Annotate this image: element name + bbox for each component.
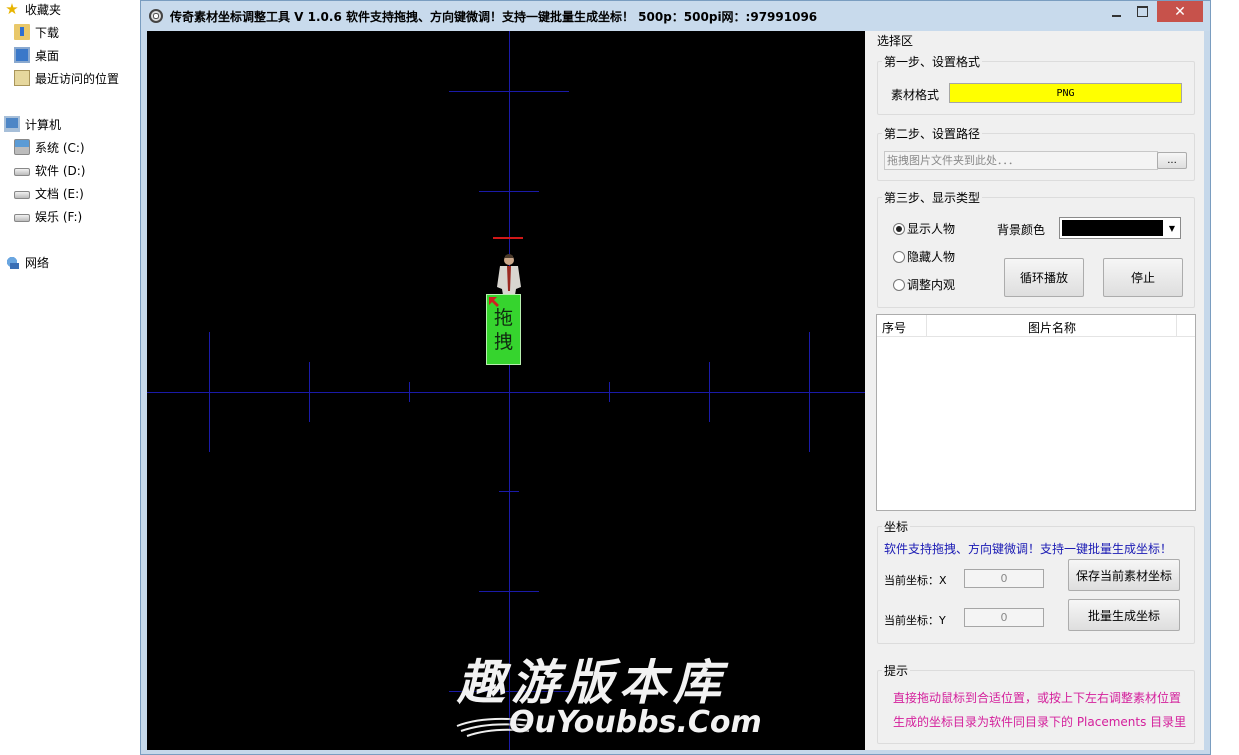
arrow-icon (489, 297, 499, 307)
bg-color-label: 背景颜色 (997, 223, 1046, 237)
hint-line-2: 生成的坐标目录为软件同目录下的 Placements 目录里 (893, 715, 1187, 729)
step3-title: 第三步、显示类型 (882, 189, 983, 206)
nav-computer[interactable]: 计算机 (4, 113, 61, 135)
image-list[interactable]: 序号 图片名称 (876, 314, 1196, 511)
hint-group (877, 670, 1195, 744)
loop-play-button[interactable]: 循环播放 (1004, 258, 1084, 297)
maximize-button[interactable] (1129, 1, 1155, 22)
app-icon[interactable] (149, 9, 163, 23)
axis-tick (479, 591, 539, 592)
nav-drive-c[interactable]: 系统 (C:) (14, 136, 85, 158)
nav-network[interactable]: 网络 (4, 251, 49, 273)
preview-canvas[interactable]: 拖 拽 趣游版本库 OuYoubbs.Com (147, 31, 865, 750)
nav-downloads-label: 下载 (35, 25, 60, 40)
nav-recent-label: 最近访问的位置 (35, 71, 120, 86)
y-label: 当前坐标：Y (884, 614, 946, 627)
drag-tile-char: 拖 (493, 306, 513, 329)
nav-favorites-label: 收藏夹 (25, 2, 62, 17)
radio-label: 显示人物 (907, 222, 956, 236)
x-label: 当前坐标：X (884, 574, 947, 587)
axis-tick (449, 91, 569, 92)
axis-tick (709, 362, 710, 422)
step1-title: 第一步、设置格式 (882, 53, 983, 70)
recent-places-icon (14, 70, 30, 86)
download-folder-icon (14, 24, 30, 40)
col-name-header[interactable]: 图片名称 (927, 319, 1177, 336)
close-button[interactable]: ✕ (1157, 1, 1203, 22)
col-index-header[interactable]: 序号 (882, 319, 906, 336)
axis-tick (409, 382, 410, 402)
hint-line-1: 直接拖动鼠标到合适位置，或按上下左右调整素材位置 (893, 691, 1182, 705)
x-coordinate-input[interactable]: 0 (964, 569, 1044, 588)
chevron-down-icon[interactable]: ▼ (1164, 218, 1180, 238)
step2-title: 第二步、设置路径 (882, 125, 983, 142)
computer-icon (4, 116, 20, 132)
watermark-title: 趣游版本库 (457, 655, 728, 711)
horizontal-guide-line (147, 392, 865, 393)
axis-tick (609, 382, 610, 402)
nav-drive-f[interactable]: 娱乐 (F:) (14, 205, 82, 227)
coords-tip: 软件支持拖拽、方向键微调！支持一键批量生成坐标！ (884, 542, 1173, 556)
drive-icon (14, 191, 30, 199)
radio-adjust-inner[interactable]: 调整内观 (893, 276, 955, 293)
radio-dot (893, 278, 905, 291)
network-icon (4, 254, 20, 270)
nav-drive-d[interactable]: 软件 (D:) (14, 159, 85, 181)
title-bar[interactable]: 传奇素材坐标调整工具 V 1.0.6 软件支持拖拽、方向键微调！支持一键批量生成… (141, 1, 1210, 31)
nav-drive-label: 系统 (C:) (35, 140, 85, 155)
star-icon: ★ (5, 0, 19, 18)
column-divider (1176, 315, 1177, 337)
format-label: 素材格式 (891, 88, 940, 102)
radio-label: 调整内观 (907, 278, 956, 292)
axis-tick (499, 491, 519, 492)
stop-button[interactable]: 停止 (1103, 258, 1183, 297)
axis-tick (209, 332, 210, 452)
nav-computer-label: 计算机 (25, 117, 62, 132)
nav-desktop-label: 桌面 (35, 48, 60, 63)
y-coordinate-input[interactable]: 0 (964, 608, 1044, 627)
explorer-nav-pane: ★ 收藏夹 下载 桌面 最近访问的位置 计算机 系统 (C:) 软件 (D:) … (0, 0, 140, 755)
minimize-button[interactable] (1103, 1, 1129, 22)
radio-hide-character[interactable]: 隐藏人物 (893, 248, 955, 265)
coords-title: 坐标 (882, 518, 911, 535)
nav-desktop[interactable]: 桌面 (14, 44, 59, 66)
desktop-background (1211, 0, 1239, 755)
list-header: 序号 图片名称 (877, 315, 1195, 337)
radio-dot (893, 250, 905, 263)
drive-icon (14, 214, 30, 222)
radio-dot (893, 222, 905, 235)
window-title: 传奇素材坐标调整工具 V 1.0.6 软件支持拖拽、方向键微调！支持一键批量生成… (170, 10, 818, 24)
anchor-marker (493, 237, 523, 239)
nav-drive-e[interactable]: 文档 (E:) (14, 182, 84, 204)
radio-show-character[interactable]: 显示人物 (893, 220, 955, 237)
batch-generate-button[interactable]: 批量生成坐标 (1068, 599, 1180, 631)
axis-tick (309, 362, 310, 422)
watermark-url: OuYoubbs.Com (509, 705, 762, 740)
drag-tile-char: 拽 (493, 330, 513, 353)
nav-drive-label: 文档 (E:) (35, 186, 84, 201)
client-area: 拖 拽 趣游版本库 OuYoubbs.Com 选择区 第一步、设置格式 素材格式… (147, 31, 1204, 750)
app-window: 传奇素材坐标调整工具 V 1.0.6 软件支持拖拽、方向键微调！支持一键批量生成… (140, 0, 1211, 755)
nav-recent[interactable]: 最近访问的位置 (14, 67, 119, 89)
browse-button[interactable]: ... (1157, 152, 1187, 169)
path-input[interactable]: 拖拽图片文件夹到此处．．． (884, 151, 1158, 170)
hint-title: 提示 (882, 662, 911, 679)
nav-network-label: 网络 (25, 255, 50, 270)
bg-color-select[interactable]: ▼ (1059, 217, 1181, 239)
axis-tick (479, 191, 539, 192)
format-field[interactable]: PNG (949, 83, 1182, 103)
nav-drive-label: 软件 (D:) (35, 163, 86, 178)
nav-drive-label: 娱乐 (F:) (35, 209, 83, 224)
desktop-icon (14, 47, 30, 63)
bg-color-swatch (1062, 220, 1163, 236)
axis-tick (809, 332, 810, 452)
radio-label: 隐藏人物 (907, 250, 956, 264)
drive-icon (14, 168, 30, 176)
select-area-label: 选择区 (877, 34, 914, 48)
nav-downloads[interactable]: 下载 (14, 21, 59, 43)
save-coords-button[interactable]: 保存当前素材坐标 (1068, 559, 1180, 591)
nav-favorites[interactable]: ★ 收藏夹 (4, 0, 61, 20)
control-panel: 选择区 第一步、设置格式 素材格式 PNG 第二步、设置路径 拖拽图片文件夹到此… (865, 31, 1204, 750)
system-drive-icon (14, 139, 30, 155)
